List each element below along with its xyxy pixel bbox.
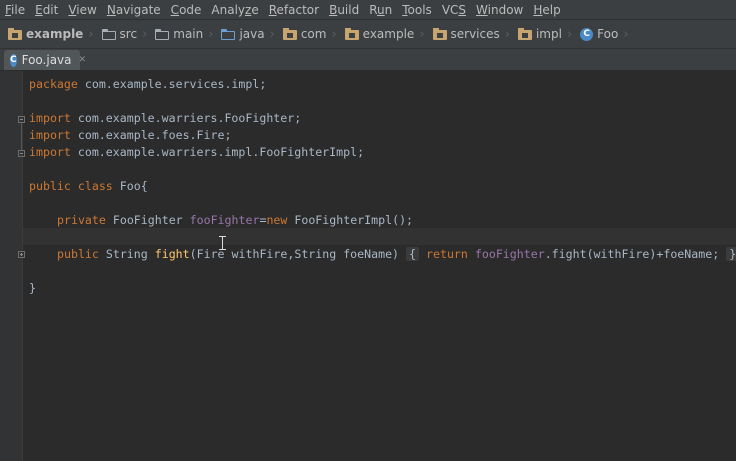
menu-build[interactable]: Build — [324, 3, 364, 17]
chevron-right-icon: › — [269, 26, 275, 42]
breadcrumb-java[interactable]: java › — [219, 23, 280, 45]
code-line-class-declaration: public class Foo{ — [29, 179, 148, 193]
code-line-field-declaration: private FooFighter fooFighter=new FooFig… — [57, 213, 414, 227]
breadcrumb-com[interactable]: com › — [281, 23, 343, 45]
package-icon — [344, 28, 359, 40]
menu-edit[interactable]: Edit — [30, 3, 63, 17]
menu-vcs[interactable]: VCS — [437, 3, 471, 17]
folder-icon — [155, 28, 170, 40]
package-icon — [282, 28, 297, 40]
breadcrumb-impl[interactable]: impl › — [516, 23, 578, 45]
code-line-method-declaration: public String fight(Fire withFire,String… — [57, 246, 736, 263]
breadcrumb-label: services — [450, 27, 500, 41]
menu-tools[interactable]: Tools — [397, 3, 437, 17]
class-icon: C — [580, 27, 594, 41]
code-line-import: import com.example.warriers.impl.FooFigh… — [29, 145, 365, 159]
menu-navigate[interactable]: Navigate — [102, 3, 166, 17]
folded-region-close[interactable]: } — [726, 247, 736, 261]
fold-guide-line — [21, 123, 22, 150]
breadcrumb-label: main — [173, 27, 204, 41]
breadcrumb-services[interactable]: services › — [431, 23, 516, 45]
chevron-right-icon: › — [504, 26, 510, 42]
chevron-right-icon: › — [566, 26, 573, 42]
breadcrumb-foo[interactable]: C Foo › — [578, 23, 634, 45]
menu-file[interactable]: File — [0, 3, 30, 17]
chevron-right-icon: › — [208, 26, 214, 42]
code-line-closing-brace: } — [29, 281, 36, 295]
code-line-import: import com.example.foes.Fire; — [29, 128, 232, 142]
package-icon — [517, 28, 532, 40]
breadcrumb-label: java — [239, 27, 265, 41]
breadcrumb: example › src › main › java › com › exam… — [0, 19, 736, 49]
chevron-right-icon: › — [419, 26, 425, 42]
breadcrumb-label: example — [362, 27, 415, 41]
class-icon: C — [10, 53, 17, 67]
folder-icon — [101, 28, 116, 40]
menu-run[interactable]: Run — [364, 3, 397, 17]
breadcrumb-label: src — [119, 27, 138, 41]
chevron-right-icon: › — [623, 26, 629, 42]
menu-refactor[interactable]: Refactor — [264, 3, 324, 17]
text-cursor-icon — [219, 236, 226, 250]
breadcrumb-label: com — [300, 27, 327, 41]
menu-help[interactable]: Help — [528, 3, 565, 17]
menu-code[interactable]: Code — [166, 3, 207, 17]
folded-region-open[interactable]: { — [406, 247, 420, 261]
editor-gutter — [0, 71, 25, 461]
breadcrumb-main[interactable]: main › — [153, 23, 219, 45]
breadcrumb-label: example — [26, 27, 84, 41]
breadcrumb-example[interactable]: example › — [343, 23, 431, 45]
menu-analyze[interactable]: Analyze — [206, 3, 263, 17]
breadcrumb-project[interactable]: example › — [6, 23, 100, 45]
project-icon — [8, 28, 22, 40]
chevron-right-icon: › — [331, 26, 337, 42]
editor-tab-bar: C Foo.java ✕ — [0, 49, 736, 71]
menu-bar: File Edit View Navigate Code Analyze Ref… — [0, 0, 736, 19]
code-line-import: import com.example.warriers.FooFighter; — [29, 111, 302, 125]
breadcrumb-src[interactable]: src › — [100, 23, 154, 45]
menu-view[interactable]: View — [63, 3, 101, 17]
close-icon[interactable]: ✕ — [79, 55, 87, 65]
tab-foo-java[interactable]: C Foo.java ✕ — [4, 50, 86, 70]
package-icon — [432, 28, 447, 40]
tab-label: Foo.java — [21, 53, 72, 67]
menu-window[interactable]: Window — [471, 3, 528, 17]
chevron-right-icon: › — [88, 26, 94, 42]
code-line-package: package com.example.services.impl; — [29, 77, 267, 91]
breadcrumb-label: impl — [535, 27, 562, 41]
code-editor[interactable]: package com.example.services.impl; impor… — [23, 71, 736, 461]
breadcrumb-label: Foo — [597, 27, 619, 41]
source-folder-icon — [221, 28, 236, 40]
chevron-right-icon: › — [142, 26, 148, 42]
